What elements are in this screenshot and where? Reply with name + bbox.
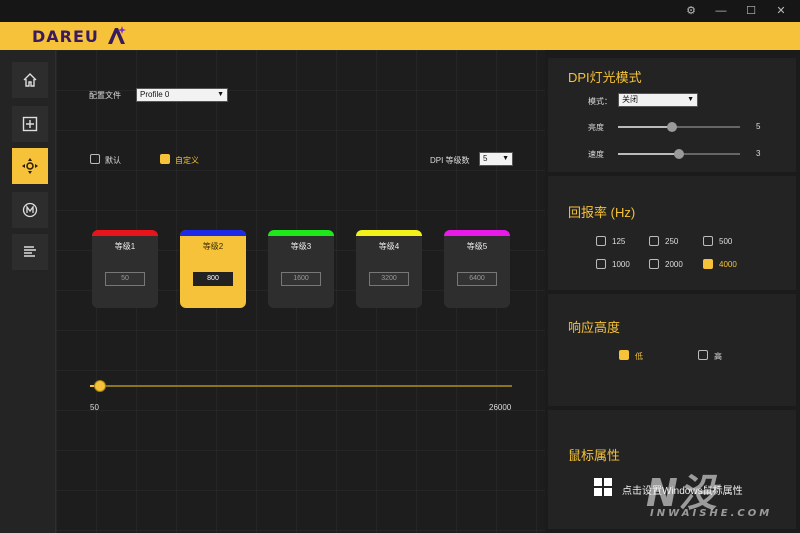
level-name: 等级2	[202, 242, 224, 251]
profile-value: Profile 0	[140, 90, 170, 99]
list-icon	[24, 246, 36, 257]
mode-custom-checkbox[interactable]	[160, 154, 170, 164]
chevron-down-icon: ▼	[502, 155, 509, 162]
sidebar-item-list[interactable]	[12, 234, 48, 270]
lighting-title: DPI灯光模式	[568, 70, 642, 85]
dpi-slider-track[interactable]	[98, 385, 512, 387]
watermark-url: INWAISHE.COM	[650, 508, 773, 519]
lod-low-label: 低	[635, 352, 643, 361]
level-dpi-input[interactable]: 6400	[457, 272, 497, 286]
dpi-level-card-4[interactable]: 等级4 3200	[356, 230, 422, 308]
brightness-slider-handle[interactable]	[667, 122, 677, 132]
mouse-props-title: 鼠标属性	[568, 448, 621, 463]
lod-low-checkbox[interactable]	[619, 350, 629, 360]
chevron-down-icon: ▼	[687, 96, 694, 103]
speed-value: 3	[756, 149, 761, 158]
lod-title: 响应高度	[568, 320, 621, 335]
polling-title: 回报率 (Hz)	[568, 205, 636, 220]
crosshair-icon	[22, 158, 38, 174]
level-color-stripe	[180, 230, 246, 236]
polling-250-checkbox[interactable]	[649, 236, 659, 246]
polling-250-label: 250	[665, 237, 679, 246]
polling-4000-checkbox[interactable]	[703, 259, 713, 269]
lod-high-checkbox[interactable]	[698, 350, 708, 360]
speed-slider-fill	[618, 153, 679, 155]
lift-off-distance-panel: 响应高度 低 高	[548, 294, 796, 406]
lighting-mode-value: 关闭	[622, 95, 638, 104]
level-color-stripe	[268, 230, 334, 236]
polling-500-checkbox[interactable]	[703, 236, 713, 246]
lod-high-label: 高	[714, 352, 722, 361]
sidebar-item-home[interactable]	[12, 62, 48, 98]
dpi-levels-select[interactable]: 5 ▼	[479, 152, 513, 166]
brightness-slider-fill	[618, 126, 672, 128]
dpi-slider-handle[interactable]	[94, 380, 106, 392]
close-icon[interactable]: ✕	[766, 0, 796, 22]
mode-custom-label: 自定义	[175, 156, 199, 165]
dpi-settings-panel: 配置文件 Profile 0 ▼ 默认 自定义 DPI 等级数 5 ▼ 等级1 …	[56, 50, 545, 533]
maximize-icon[interactable]: ☐	[736, 0, 766, 22]
settings-gear-icon[interactable]: ⚙	[676, 0, 706, 22]
dpi-levels-label: DPI 等级数	[430, 156, 470, 165]
dpi-level-card-1[interactable]: 等级1 50	[92, 230, 158, 308]
sidebar-item-macro[interactable]	[12, 192, 48, 228]
polling-2000-checkbox[interactable]	[649, 259, 659, 269]
lighting-mode-label: 模式：	[588, 97, 612, 106]
level-color-stripe	[444, 230, 510, 236]
dpi-slider-min: 50	[90, 403, 99, 412]
dpi-lighting-panel: DPI灯光模式 模式： 关闭 ▼ 亮度 5 速度 3	[548, 58, 796, 172]
dpi-levels-value: 5	[483, 154, 488, 163]
lighting-mode-select[interactable]: 关闭 ▼	[618, 93, 698, 107]
dpi-slider-max: 26000	[489, 403, 512, 412]
mode-default-label: 默认	[105, 156, 121, 165]
chevron-down-icon: ▼	[217, 91, 224, 98]
dpi-level-card-5[interactable]: 等级5 6400	[444, 230, 510, 308]
speed-label: 速度	[588, 150, 604, 159]
m-circle-icon	[22, 202, 38, 218]
sidebar	[0, 50, 56, 533]
polling-1000-checkbox[interactable]	[596, 259, 606, 269]
profile-select[interactable]: Profile 0 ▼	[136, 88, 228, 102]
speed-slider-handle[interactable]	[674, 149, 684, 159]
polling-500-label: 500	[719, 237, 733, 246]
sidebar-item-dpi[interactable]	[12, 148, 48, 184]
level-name: 等级5	[466, 242, 488, 251]
level-dpi-input[interactable]: 3200	[369, 272, 409, 286]
level-color-stripe	[92, 230, 158, 236]
windows-logo-icon	[594, 478, 612, 496]
level-dpi-input[interactable]: 50	[105, 272, 145, 286]
polling-4000-label: 4000	[719, 260, 737, 269]
sidebar-item-add[interactable]	[12, 106, 48, 142]
level-dpi-input[interactable]: 800	[193, 272, 233, 286]
brand-bar: DAREU	[0, 22, 800, 50]
brightness-label: 亮度	[588, 123, 604, 132]
minimize-icon[interactable]: —	[706, 0, 736, 22]
polling-2000-label: 2000	[665, 260, 683, 269]
polling-125-label: 125	[612, 237, 626, 246]
level-name: 等级3	[290, 242, 312, 251]
dpi-level-card-2[interactable]: 等级2 800	[180, 230, 246, 308]
level-name: 等级1	[114, 242, 136, 251]
polling-125-checkbox[interactable]	[596, 236, 606, 246]
home-icon	[23, 73, 37, 87]
title-bar: ⚙ — ☐ ✕	[0, 0, 800, 22]
level-color-stripe	[356, 230, 422, 236]
plus-square-icon	[22, 116, 38, 132]
logo-a-icon	[108, 26, 126, 44]
profile-label: 配置文件	[89, 91, 121, 100]
level-dpi-input[interactable]: 1600	[281, 272, 321, 286]
dareu-logo: DAREU	[32, 27, 99, 46]
polling-1000-label: 1000	[612, 260, 630, 269]
polling-rate-panel: 回报率 (Hz) 125 250 500 1000 2000 4000	[548, 176, 796, 290]
level-name: 等级4	[378, 242, 400, 251]
brightness-value: 5	[756, 122, 761, 131]
dpi-level-card-3[interactable]: 等级3 1600	[268, 230, 334, 308]
mode-default-checkbox[interactable]	[90, 154, 100, 164]
